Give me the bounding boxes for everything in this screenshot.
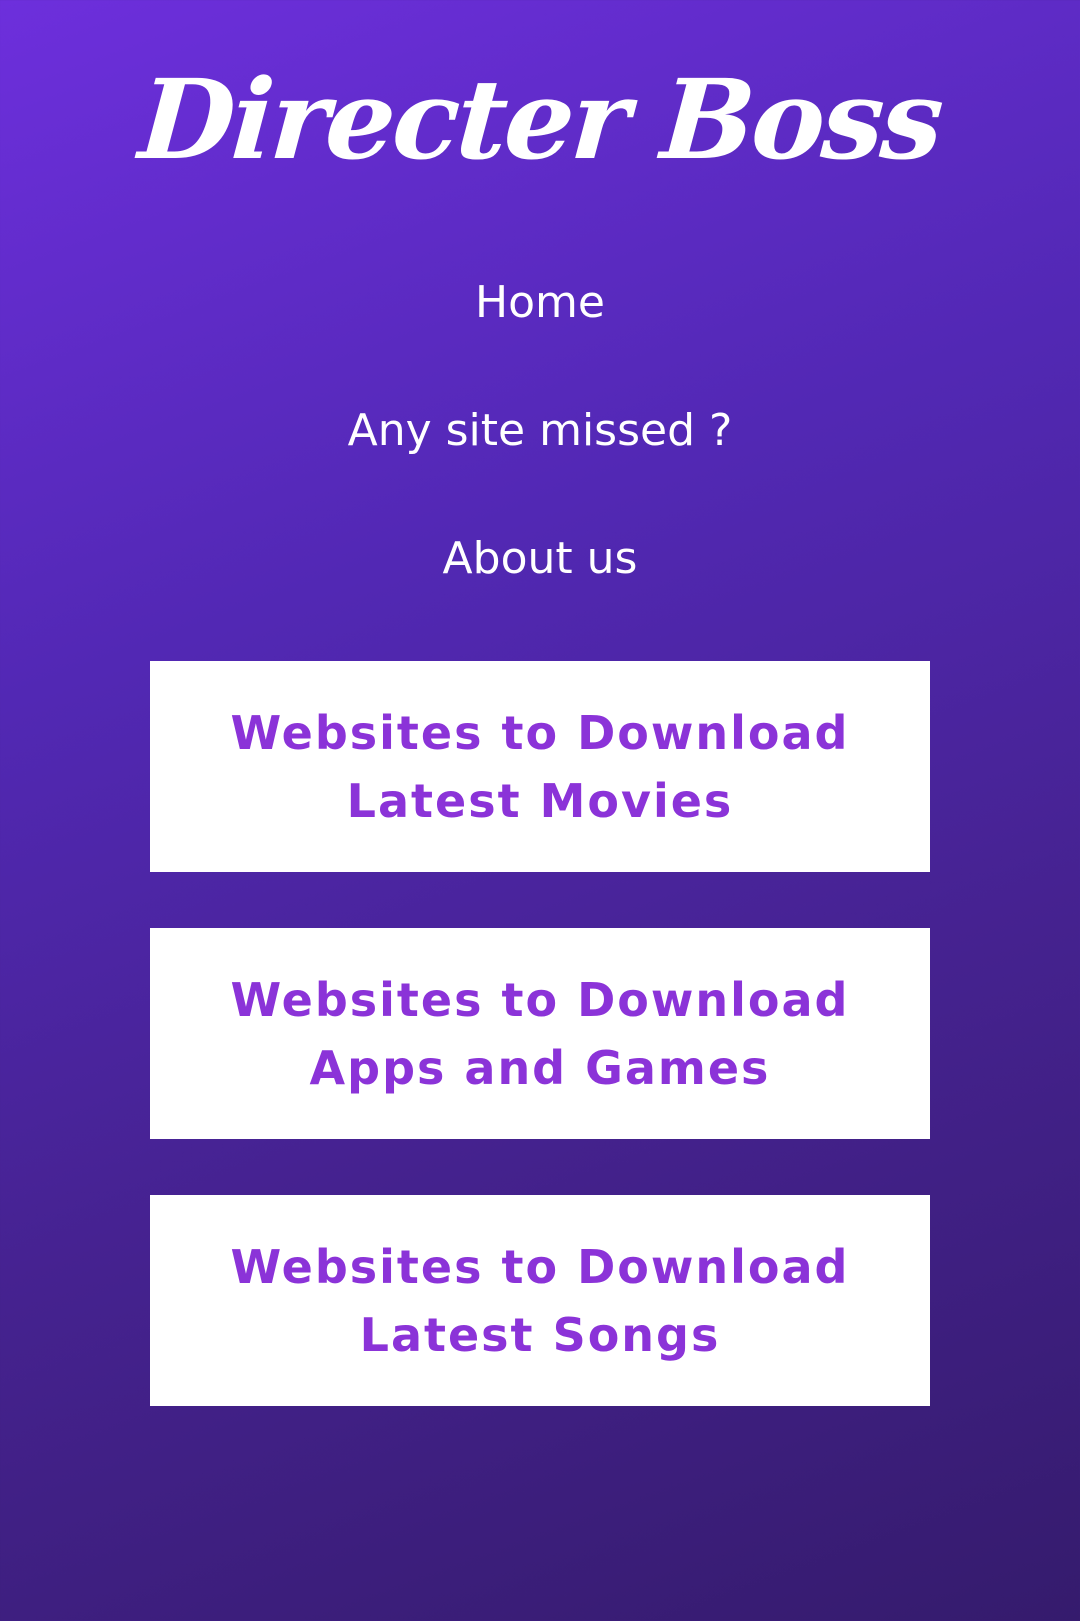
card-apps-and-games[interactable]: Websites to Download Apps and Games (150, 928, 930, 1139)
nav-item-any-site-missed: Any site missed ? (0, 396, 1080, 524)
nav-link-about-us[interactable]: About us (443, 524, 638, 594)
nav-link-any-site-missed[interactable]: Any site missed ? (348, 396, 733, 466)
nav-item-about-us: About us (0, 524, 1080, 652)
card-latest-songs[interactable]: Websites to Download Latest Songs (150, 1195, 930, 1406)
card-latest-movies[interactable]: Websites to Download Latest Movies (150, 661, 930, 872)
card-apps-and-games-label: Websites to Download Apps and Games (230, 972, 850, 1095)
main-nav: Home Any site missed ? About us (0, 268, 1080, 652)
category-cards: Websites to Download Latest Movies Websi… (150, 661, 930, 1462)
nav-item-home: Home (0, 268, 1080, 396)
site-logo-title[interactable]: Directer Boss (0, 50, 1080, 190)
card-latest-songs-label: Websites to Download Latest Songs (230, 1239, 850, 1362)
nav-link-home[interactable]: Home (475, 268, 605, 338)
card-latest-movies-label: Websites to Download Latest Movies (230, 705, 850, 828)
